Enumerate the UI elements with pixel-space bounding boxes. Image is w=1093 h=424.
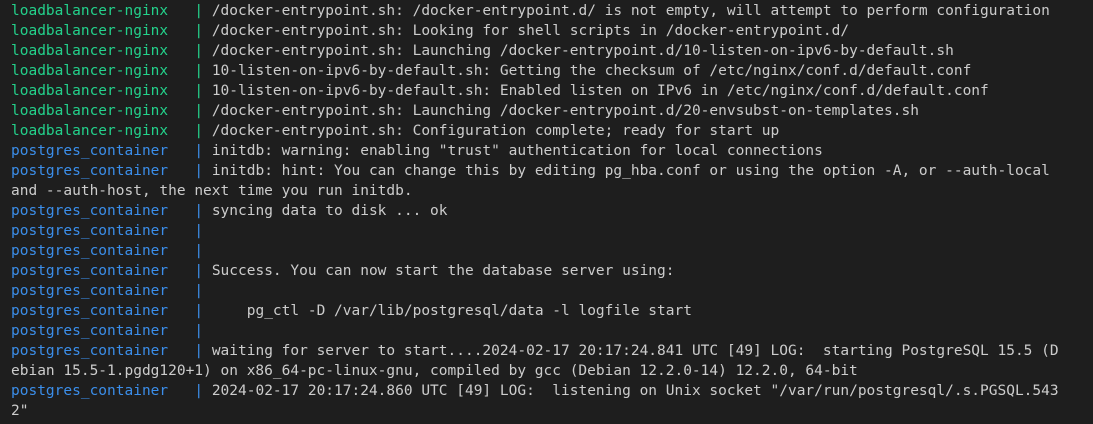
log-line: postgres_container | (11, 241, 1093, 261)
log-line: loadbalancer-nginx | 10-listen-on-ipv6-b… (11, 61, 1093, 81)
service-name: postgres_container (11, 323, 186, 339)
log-message: /docker-entrypoint.sh: Looking for shell… (211, 23, 850, 39)
log-line: loadbalancer-nginx | /docker-entrypoint.… (11, 121, 1093, 141)
separator: | (185, 23, 212, 39)
log-message: initdb: warning: enabling "trust" authen… (211, 143, 823, 159)
log-line: postgres_container | (11, 221, 1093, 241)
log-line: postgres_container | waiting for server … (11, 341, 1093, 361)
log-message: waiting for server to start....2024-02-1… (211, 343, 1059, 359)
log-line: ebian 15.5-1.pgdg120+1) on x86_64-pc-lin… (11, 361, 1093, 381)
separator: | (185, 143, 212, 159)
log-message: /docker-entrypoint.sh: Launching /docker… (211, 103, 919, 119)
service-name: postgres_container (11, 163, 186, 179)
service-name: postgres_container (11, 263, 186, 279)
separator: | (185, 123, 212, 139)
log-line: postgres_container | Success. You can no… (11, 261, 1093, 281)
service-name: loadbalancer-nginx (11, 23, 186, 39)
service-name: loadbalancer-nginx (11, 43, 186, 59)
separator: | (185, 83, 212, 99)
service-name: loadbalancer-nginx (11, 103, 186, 119)
log-line: 2" (11, 401, 1093, 421)
log-line: loadbalancer-nginx | /docker-entrypoint.… (11, 21, 1093, 41)
separator: | (185, 383, 212, 399)
log-line: postgres_container | (11, 321, 1093, 341)
log-message: 10-listen-on-ipv6-by-default.sh: Enabled… (211, 83, 989, 99)
separator: | (185, 263, 212, 279)
service-name: loadbalancer-nginx (11, 3, 186, 19)
separator: | (185, 243, 212, 259)
log-line: postgres_container | initdb: hint: You c… (11, 161, 1093, 181)
service-name: postgres_container (11, 143, 186, 159)
service-name: loadbalancer-nginx (11, 63, 186, 79)
terminal-output[interactable]: loadbalancer-nginx | /docker-entrypoint.… (0, 0, 1093, 424)
service-name: postgres_container (11, 303, 186, 319)
log-message: ebian 15.5-1.pgdg120+1) on x86_64-pc-lin… (11, 363, 858, 379)
separator: | (185, 203, 212, 219)
separator: | (185, 283, 212, 299)
log-line: loadbalancer-nginx | /docker-entrypoint.… (11, 41, 1093, 61)
service-name: postgres_container (11, 203, 186, 219)
log-line: and --auth-host, the next time you run i… (11, 181, 1093, 201)
separator: | (185, 163, 212, 179)
log-message: /docker-entrypoint.sh: /docker-entrypoin… (211, 3, 1050, 19)
service-name: postgres_container (11, 223, 186, 239)
log-message: pg_ctl -D /var/lib/postgresql/data -l lo… (211, 303, 692, 319)
log-message: 10-listen-on-ipv6-by-default.sh: Getting… (211, 63, 972, 79)
log-message: 2" (11, 403, 29, 419)
service-name: postgres_container (11, 343, 186, 359)
log-line: loadbalancer-nginx | /docker-entrypoint.… (11, 1, 1093, 21)
separator: | (185, 43, 212, 59)
log-line: postgres_container | syncing data to dis… (11, 201, 1093, 221)
log-message: and --auth-host, the next time you run i… (11, 183, 413, 199)
log-line: postgres_container | initdb: warning: en… (11, 141, 1093, 161)
log-message: Success. You can now start the database … (211, 263, 675, 279)
separator: | (185, 3, 212, 19)
separator: | (185, 323, 212, 339)
separator: | (185, 103, 212, 119)
service-name: postgres_container (11, 383, 186, 399)
log-line: loadbalancer-nginx | 10-listen-on-ipv6-b… (11, 81, 1093, 101)
separator: | (185, 343, 212, 359)
service-name: postgres_container (11, 243, 186, 259)
log-message: 2024-02-17 20:17:24.860 UTC [49] LOG: li… (211, 383, 1059, 399)
log-line: postgres_container | (11, 281, 1093, 301)
separator: | (185, 223, 212, 239)
log-line: postgres_container | 2024-02-17 20:17:24… (11, 381, 1093, 401)
log-message: initdb: hint: You can change this by edi… (211, 163, 1050, 179)
separator: | (185, 63, 212, 79)
log-message: syncing data to disk ... ok (211, 203, 448, 219)
separator: | (185, 303, 212, 319)
log-line: postgres_container | pg_ctl -D /var/lib/… (11, 301, 1093, 321)
service-name: postgres_container (11, 283, 186, 299)
log-line: loadbalancer-nginx | /docker-entrypoint.… (11, 101, 1093, 121)
log-message: /docker-entrypoint.sh: Launching /docker… (211, 43, 954, 59)
log-message: /docker-entrypoint.sh: Configuration com… (211, 123, 780, 139)
service-name: loadbalancer-nginx (11, 83, 186, 99)
service-name: loadbalancer-nginx (11, 123, 186, 139)
